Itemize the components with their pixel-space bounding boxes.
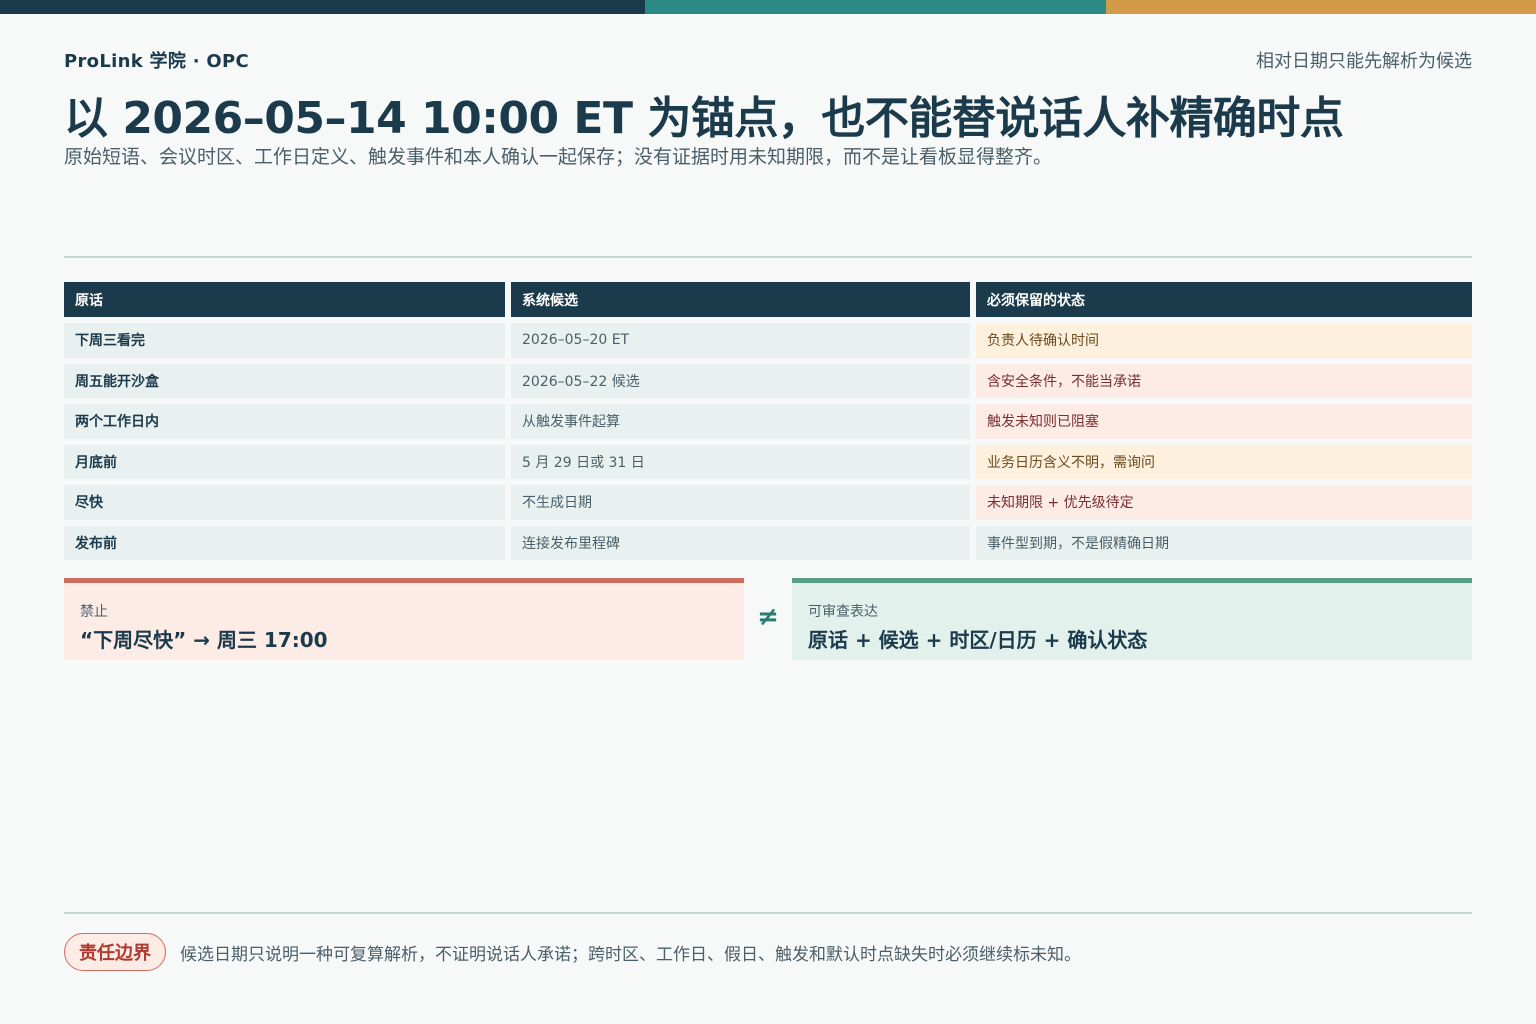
- phrase-cell: 周五能开沙盒: [64, 363, 505, 398]
- date-parse-table: 原话 系统候选 必须保留的状态 下周三看完 2026–05–20 ET 负责人待确认…: [64, 282, 1472, 566]
- phrase-cell: 尽快: [64, 485, 505, 520]
- reviewable-expression-box: 可审查表达 原话 + 候选 + 时区/日历 + 确认状态: [792, 578, 1472, 660]
- reviewable-label: 可审查表达: [808, 604, 878, 620]
- table-body: 下周三看完 2026–05–20 ET 负责人待确认时间 周五能开沙盒 2026–05–…: [64, 323, 1472, 560]
- forbidden-example-text: “下周尽快” → 周三 17:00: [80, 628, 328, 652]
- table-row: 两个工作日内 从触发事件起算 触发未知则已阻塞: [64, 404, 1472, 439]
- phrase-cell: 两个工作日内: [64, 404, 505, 439]
- top-bar-navy-segment: [0, 0, 645, 14]
- bottom-divider: [64, 912, 1472, 914]
- reviewable-expression-text: 原话 + 候选 + 时区/日历 + 确认状态: [808, 628, 1148, 652]
- forbidden-example-box: 禁止 “下周尽快” → 周三 17:00: [64, 578, 744, 660]
- header-status: 必须保留的状态: [976, 282, 1472, 317]
- candidate-cell: 5 月 29 日或 31 日: [511, 444, 970, 479]
- status-cell: 含安全条件，不能当承诺: [976, 363, 1472, 398]
- candidate-cell: 2026–05–22 候选: [511, 363, 970, 398]
- status-cell: 业务日历含义不明，需询问: [976, 444, 1472, 479]
- table-row: 发布前 连接发布里程碑 事件型到期，不是假精确日期: [64, 525, 1472, 560]
- phrase-cell: 下周三看完: [64, 323, 505, 358]
- forbidden-label: 禁止: [80, 604, 108, 620]
- candidate-cell: 2026–05–20 ET: [511, 323, 970, 358]
- header-candidate: 系统候选: [511, 282, 970, 317]
- page-title: 以 2026–05–14 10:00 ET 为锚点，也不能替说话人补精确时点: [64, 93, 1344, 144]
- phrase-cell: 月底前: [64, 444, 505, 479]
- responsibility-badge: 责任边界: [64, 933, 166, 971]
- page-subtitle: 原始短语、会议时区、工作日定义、触发事件和本人确认一起保存；没有证据时用未知期限…: [64, 146, 1053, 168]
- candidate-cell: 不生成日期: [511, 485, 970, 520]
- top-bar-amber-segment: [1106, 0, 1536, 14]
- header-phrase: 原话: [64, 282, 505, 317]
- candidate-cell: 连接发布里程碑: [511, 525, 970, 560]
- phrase-cell: 发布前: [64, 525, 505, 560]
- candidate-cell: 从触发事件起算: [511, 404, 970, 439]
- top-color-bar: [0, 0, 1536, 14]
- status-cell: 负责人待确认时间: [976, 323, 1472, 358]
- table-row: 尽快 不生成日期 未知期限 + 优先级待定: [64, 485, 1472, 520]
- table-row: 月底前 5 月 29 日或 31 日业务日历含义不明，需询问: [64, 444, 1472, 479]
- brand-label: ProLink 学院 · OPC: [64, 51, 250, 72]
- top-divider: [64, 256, 1472, 258]
- header-tagline: 相对日期只能先解析为候选: [1256, 51, 1472, 72]
- status-cell: 触发未知则已阻塞: [976, 404, 1472, 439]
- not-equal-icon: ≠: [757, 602, 779, 632]
- table-row: 下周三看完 2026–05–20 ET 负责人待确认时间: [64, 323, 1472, 358]
- top-bar-teal-segment: [645, 0, 1106, 14]
- table-header-row: 原话 系统候选 必须保留的状态: [64, 282, 1472, 317]
- status-cell: 未知期限 + 优先级待定: [976, 485, 1472, 520]
- status-cell: 事件型到期，不是假精确日期: [976, 525, 1472, 560]
- table-row: 周五能开沙盒 2026–05–22 候选 含安全条件，不能当承诺: [64, 363, 1472, 398]
- footer-note: 候选日期只说明一种可复算解析，不证明说话人承诺；跨时区、工作日、假日、触发和默认…: [180, 945, 1081, 965]
